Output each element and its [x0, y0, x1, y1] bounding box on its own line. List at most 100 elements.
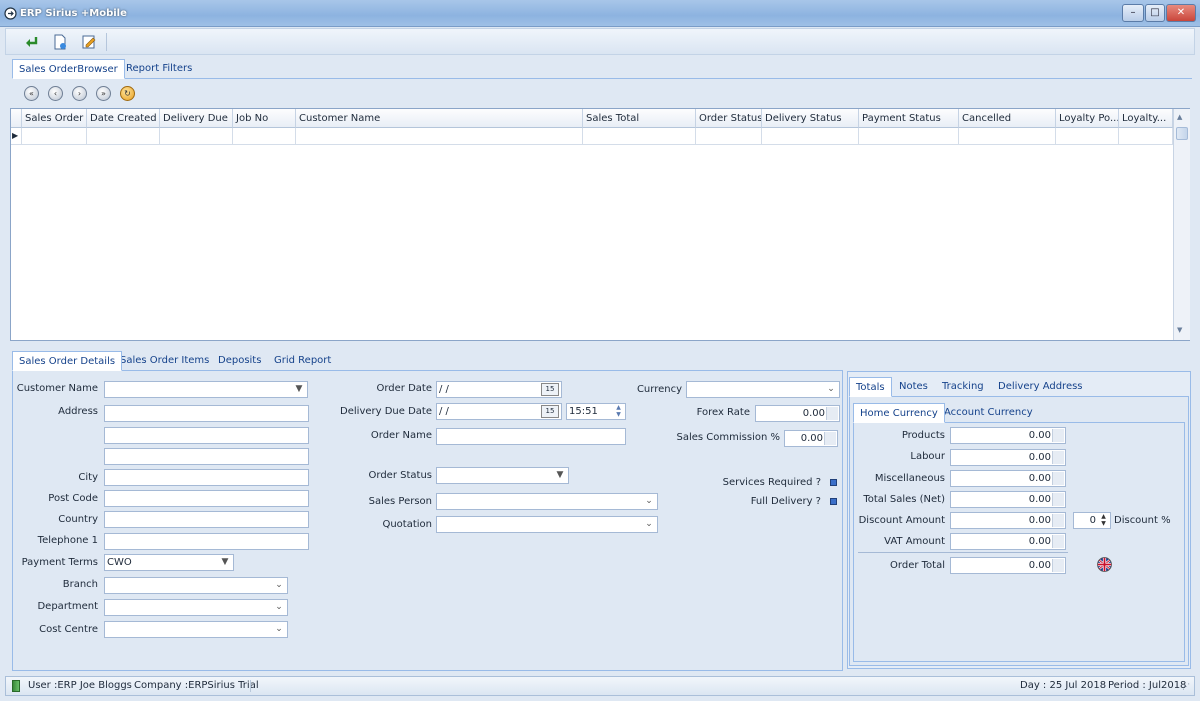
- tab-totals[interactable]: Totals: [849, 377, 892, 397]
- tab-notes[interactable]: Notes: [893, 377, 934, 397]
- table-cell[interactable]: [87, 128, 160, 145]
- close-button[interactable]: ✕: [1166, 4, 1196, 22]
- new-document-icon[interactable]: [50, 32, 70, 52]
- table-cell[interactable]: [233, 128, 296, 145]
- products-field[interactable]: 0.00: [950, 427, 1066, 444]
- order-status-select[interactable]: ▼: [436, 467, 569, 484]
- column-header[interactable]: Date Created: [87, 109, 160, 128]
- first-record-icon[interactable]: «: [24, 86, 39, 101]
- scroll-up-icon[interactable]: ▲: [1177, 113, 1182, 121]
- scroll-down-icon[interactable]: ▼: [1177, 326, 1182, 334]
- table-cell[interactable]: [160, 128, 233, 145]
- payment-terms-select[interactable]: CWO ▼: [104, 554, 234, 571]
- spinner-icon[interactable]: ▲ ▼: [1098, 513, 1109, 528]
- field-button[interactable]: [1052, 451, 1064, 464]
- table-cell[interactable]: [583, 128, 696, 145]
- order-total-value: 0.00: [1028, 560, 1051, 571]
- labour-field[interactable]: 0.00: [950, 449, 1066, 466]
- vat-amount-field[interactable]: 0.00: [950, 533, 1066, 550]
- column-header[interactable]: Order Status: [696, 109, 762, 128]
- address-line-1-field[interactable]: [104, 405, 309, 422]
- field-button[interactable]: [1052, 535, 1064, 548]
- table-cell[interactable]: [696, 128, 762, 145]
- tab-grid-report[interactable]: Grid Report: [268, 351, 337, 371]
- maximize-button[interactable]: □: [1145, 4, 1165, 22]
- tab-sales-order-browser[interactable]: Sales OrderBrowser: [12, 59, 125, 79]
- table-cell[interactable]: [762, 128, 859, 145]
- table-cell[interactable]: [1119, 128, 1173, 145]
- vertical-scrollbar[interactable]: ▲ ▼: [1173, 109, 1190, 340]
- column-header[interactable]: Customer Name: [296, 109, 583, 128]
- column-header[interactable]: Cancelled: [959, 109, 1056, 128]
- branch-select[interactable]: ⌄: [104, 577, 288, 594]
- time-spinner-icon[interactable]: ▲ ▼: [613, 404, 624, 419]
- tab-deposits[interactable]: Deposits: [212, 351, 267, 371]
- quotation-select[interactable]: ⌄: [436, 516, 658, 533]
- currency-select[interactable]: ⌄: [686, 381, 840, 398]
- tab-delivery-address[interactable]: Delivery Address: [992, 377, 1089, 397]
- column-header[interactable]: Delivery Due: [160, 109, 233, 128]
- table-cell[interactable]: [959, 128, 1056, 145]
- sales-order-grid[interactable]: Sales Order Date Created Delivery Due Jo…: [10, 108, 1190, 341]
- field-button[interactable]: [1052, 493, 1064, 506]
- delivery-time-field[interactable]: 15:51 ▲ ▼: [566, 403, 626, 420]
- services-required-checkbox[interactable]: [830, 479, 837, 486]
- tab-sales-order-items[interactable]: Sales Order Items: [114, 351, 215, 371]
- table-cell[interactable]: [22, 128, 87, 145]
- address-line-3-field[interactable]: [104, 448, 309, 465]
- next-record-icon[interactable]: ›: [72, 86, 87, 101]
- field-button[interactable]: [824, 432, 836, 445]
- tab-report-filters[interactable]: Report Filters: [120, 59, 198, 79]
- sales-commission-field[interactable]: 0.00: [784, 430, 838, 447]
- field-button[interactable]: [1052, 559, 1064, 572]
- full-delivery-checkbox[interactable]: [830, 498, 837, 505]
- title-bar[interactable]: ERP Sirius +Mobile – □ ✕: [0, 0, 1200, 27]
- discount-amount-field[interactable]: 0.00: [950, 512, 1066, 529]
- forex-rate-field[interactable]: 0.00: [755, 405, 840, 422]
- minimize-button[interactable]: –: [1122, 4, 1144, 22]
- table-cell[interactable]: [859, 128, 959, 145]
- city-field[interactable]: [104, 469, 309, 486]
- tab-tracking[interactable]: Tracking: [936, 377, 990, 397]
- column-header[interactable]: Payment Status: [859, 109, 959, 128]
- order-name-field[interactable]: [436, 428, 626, 445]
- column-header[interactable]: Sales Total: [583, 109, 696, 128]
- column-header[interactable]: Job No: [233, 109, 296, 128]
- column-header[interactable]: Loyalty...: [1119, 109, 1173, 128]
- calendar-icon[interactable]: 15: [541, 383, 559, 396]
- department-select[interactable]: ⌄: [104, 599, 288, 616]
- field-button[interactable]: [1052, 472, 1064, 485]
- table-cell[interactable]: [296, 128, 583, 145]
- telephone-field[interactable]: [104, 533, 309, 550]
- discount-percent-stepper[interactable]: 0 ▲ ▼: [1073, 512, 1111, 529]
- refresh-icon[interactable]: ↻: [120, 86, 135, 101]
- tab-account-currency[interactable]: Account Currency: [938, 403, 1039, 423]
- column-header[interactable]: Sales Order: [22, 109, 87, 128]
- order-date-field[interactable]: / / 15: [436, 381, 562, 398]
- customer-name-select[interactable]: ▼: [104, 381, 308, 398]
- field-button[interactable]: [1052, 429, 1064, 442]
- edit-document-icon[interactable]: [79, 32, 99, 52]
- tab-home-currency[interactable]: Home Currency: [853, 403, 945, 423]
- field-button[interactable]: [1052, 514, 1064, 527]
- return-icon[interactable]: [22, 32, 42, 52]
- last-record-icon[interactable]: »: [96, 86, 111, 101]
- tab-sales-order-details[interactable]: Sales Order Details: [12, 351, 123, 371]
- field-button[interactable]: [826, 407, 838, 420]
- calendar-icon[interactable]: 15: [541, 405, 559, 418]
- scroll-thumb[interactable]: [1176, 127, 1188, 140]
- column-header[interactable]: Loyalty Po...: [1056, 109, 1119, 128]
- delivery-due-date-field[interactable]: / / 15: [436, 403, 562, 420]
- total-sales-field[interactable]: 0.00: [950, 491, 1066, 508]
- resize-grip-icon[interactable]: ⋰: [1182, 682, 1190, 691]
- column-header[interactable]: Delivery Status: [762, 109, 859, 128]
- miscellaneous-field[interactable]: 0.00: [950, 470, 1066, 487]
- table-cell[interactable]: [1056, 128, 1119, 145]
- cost-centre-select[interactable]: ⌄: [104, 621, 288, 638]
- previous-record-icon[interactable]: ‹: [48, 86, 63, 101]
- country-field[interactable]: [104, 511, 309, 528]
- sales-person-select[interactable]: ⌄: [436, 493, 658, 510]
- order-total-field[interactable]: 0.00: [950, 557, 1066, 574]
- address-line-2-field[interactable]: [104, 427, 309, 444]
- post-code-field[interactable]: [104, 490, 309, 507]
